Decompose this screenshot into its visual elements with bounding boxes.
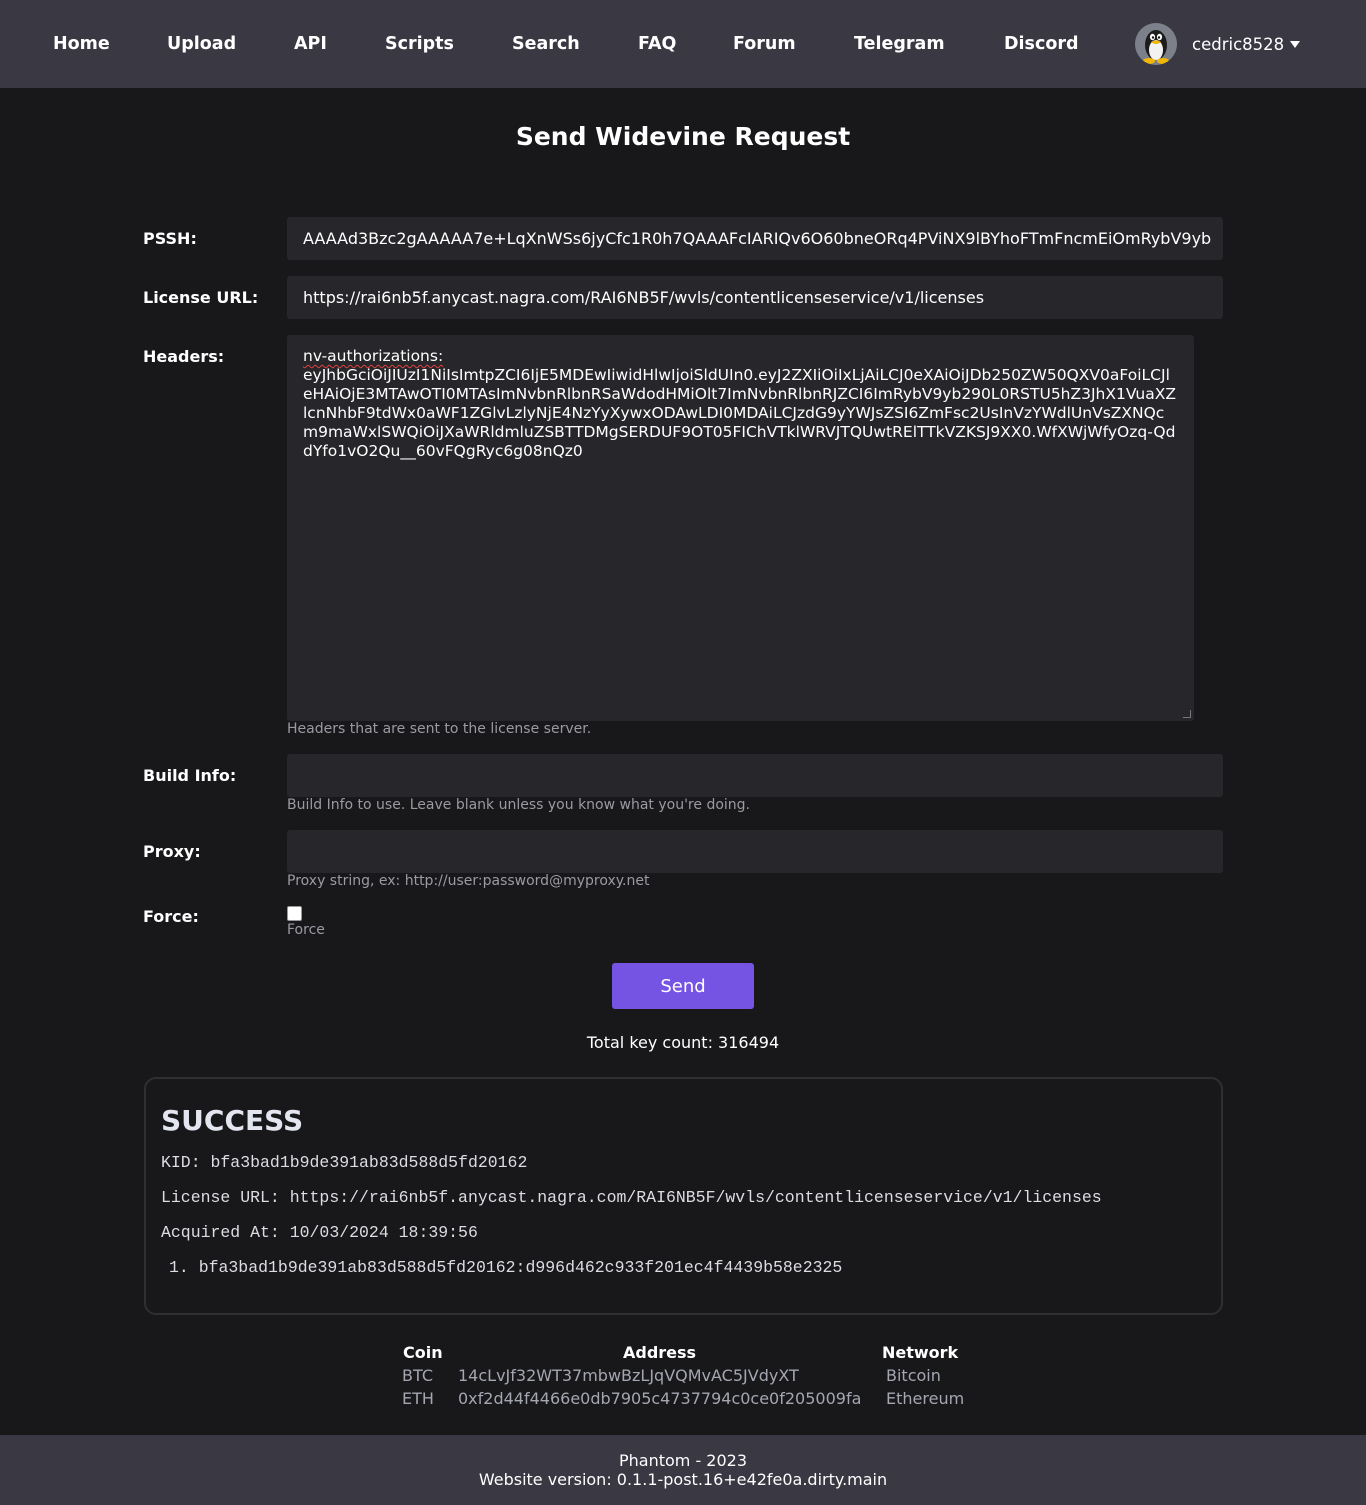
nav-scripts-link[interactable]: Scripts <box>385 0 454 88</box>
nav-home-link[interactable]: Home <box>53 0 110 88</box>
license-url-input[interactable]: https://rai6nb5f.anycast.nagra.com/RAI6N… <box>287 276 1223 319</box>
headers-label: Headers: <box>143 347 225 366</box>
result-kid: KID: bfa3bad1b9de391ab83d588d5fd20162 <box>161 1153 528 1172</box>
navbar: Home Upload API Scripts Search FAQ Forum… <box>0 0 1366 88</box>
send-button[interactable]: Send <box>612 963 754 1009</box>
headers-token: eyJhbGciOiJIUzI1NiIsImtpZCI6IjE5MDEwIiwi… <box>303 366 1176 460</box>
penguin-avatar-icon <box>1135 23 1177 65</box>
donation-header-coin: Coin <box>403 1343 443 1362</box>
resize-handle-icon[interactable] <box>1183 710 1191 718</box>
nav-api-link[interactable]: API <box>294 0 327 88</box>
page-title: Send Widevine Request <box>515 122 851 151</box>
headers-help-text: Headers that are sent to the license ser… <box>287 721 592 737</box>
donation-eth-address: 0xf2d44f4466e0db7905c4737794c0ce0f205009… <box>458 1389 862 1408</box>
proxy-help-text: Proxy string, ex: http://user:password@m… <box>287 873 650 889</box>
result-key-item: 1. bfa3bad1b9de391ab83d588d5fd20162:d996… <box>169 1258 843 1277</box>
force-label: Force: <box>143 907 199 926</box>
proxy-input[interactable] <box>287 830 1223 873</box>
donation-eth-network: Ethereum <box>886 1389 965 1408</box>
donation-header-address: Address <box>623 1343 697 1362</box>
proxy-label: Proxy: <box>143 842 201 861</box>
headers-first-line: nv-authorizations: <box>303 347 444 365</box>
result-status: SUCCESS <box>161 1104 304 1137</box>
build-info-input[interactable] <box>287 754 1223 797</box>
donation-btc-coin: BTC <box>402 1366 433 1385</box>
result-license-url: License URL: https://rai6nb5f.anycast.na… <box>161 1188 1102 1207</box>
footer: Phantom - 2023 Website version: 0.1.1-po… <box>0 1435 1366 1505</box>
donation-btc-address: 14cLvJf32WT37mbwBzLJqVQMvAC5JVdyXT <box>458 1366 799 1385</box>
headers-textarea[interactable]: nv-authorizations: eyJhbGciOiJIUzI1NiIsI… <box>287 335 1194 721</box>
donation-header-network: Network <box>882 1343 959 1362</box>
total-key-count: Total key count: 316494 <box>586 1033 780 1052</box>
donation-btc-network: Bitcoin <box>886 1366 941 1385</box>
force-checkbox[interactable] <box>287 906 302 921</box>
nav-search-link[interactable]: Search <box>512 0 580 88</box>
nav-telegram-link[interactable]: Telegram <box>854 0 945 88</box>
pssh-input[interactable]: AAAAd3Bzc2gAAAAA7e+LqXnWSs6jyCfc1R0h7QAA… <box>287 217 1223 260</box>
footer-version: Website version: 0.1.1-post.16+e42fe0a.d… <box>478 1470 888 1489</box>
force-help-text: Force <box>287 922 325 938</box>
pssh-label: PSSH: <box>143 229 197 248</box>
username: cedric8528 <box>1192 34 1285 54</box>
nav-faq-link[interactable]: FAQ <box>638 0 676 88</box>
license-url-label: License URL: <box>143 288 259 307</box>
nav-discord-link[interactable]: Discord <box>1004 0 1079 88</box>
donation-eth-coin: ETH <box>402 1389 434 1408</box>
caret-down-icon <box>1290 40 1301 48</box>
avatar[interactable] <box>1135 23 1177 65</box>
footer-copyright: Phantom - 2023 <box>618 1451 748 1470</box>
result-acquired-at: Acquired At: 10/03/2024 18:39:56 <box>161 1223 478 1242</box>
nav-upload-link[interactable]: Upload <box>167 0 236 88</box>
build-info-help-text: Build Info to use. Leave blank unless yo… <box>287 797 750 813</box>
user-menu-dropdown[interactable]: cedric8528 <box>1192 0 1301 88</box>
nav-forum-link[interactable]: Forum <box>733 0 796 88</box>
build-info-label: Build Info: <box>143 766 237 785</box>
